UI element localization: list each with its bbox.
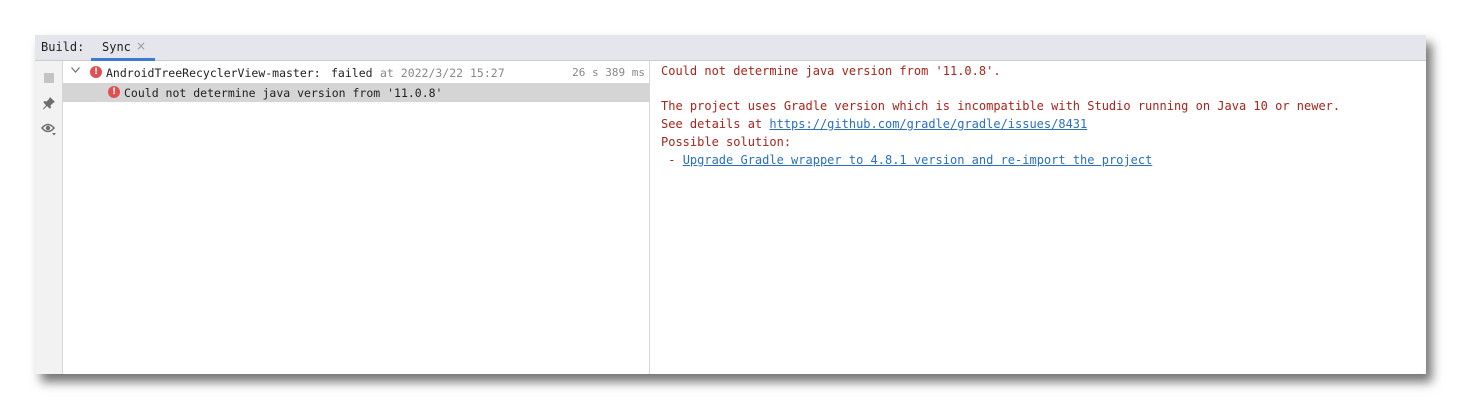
build-timestamp: at 2022/3/22 15:27 xyxy=(380,66,505,80)
tab-sync[interactable]: Sync × xyxy=(91,35,155,61)
console-line: See details at https://github.com/gradle… xyxy=(661,117,1087,131)
stop-button[interactable] xyxy=(40,69,58,87)
build-tab-bar: Build: Sync × xyxy=(35,35,1426,61)
console-line: The project uses Gradle version which is… xyxy=(661,99,1341,113)
issue-link[interactable]: https://github.com/gradle/gradle/issues/… xyxy=(769,117,1087,131)
pin-button[interactable] xyxy=(40,94,58,112)
close-icon[interactable]: × xyxy=(136,39,146,53)
build-tree: ! AndroidTreeRecyclerView-master: failed… xyxy=(63,61,650,374)
error-message: Could not determine java version from '1… xyxy=(124,86,443,100)
console-line: Possible solution: xyxy=(661,135,792,149)
tree-row-error[interactable]: ! Could not determine java version from … xyxy=(63,83,649,102)
upgrade-gradle-link[interactable]: Upgrade Gradle wrapper to 4.8.1 version … xyxy=(683,153,1153,167)
pin-icon xyxy=(42,97,55,110)
tree-row-root[interactable]: ! AndroidTreeRecyclerView-master: failed… xyxy=(63,63,649,82)
build-label: Build: xyxy=(41,40,85,54)
error-icon: ! xyxy=(108,86,120,98)
build-status: failed xyxy=(331,66,373,80)
project-name: AndroidTreeRecyclerView-master: xyxy=(106,66,321,80)
console-text: See details at xyxy=(661,117,770,131)
build-output-console: Could not determine java version from '1… xyxy=(650,61,1426,374)
console-line: - Upgrade Gradle wrapper to 4.8.1 versio… xyxy=(661,153,1152,167)
stop-icon xyxy=(44,73,54,83)
build-tool-window: Build: Sync × ! AndroidTreeRecyclerView-… xyxy=(35,35,1426,374)
build-duration: 26 s 389 ms xyxy=(572,66,645,79)
chevron-down-icon[interactable] xyxy=(71,67,80,73)
tab-sync-label: Sync xyxy=(102,40,131,54)
filter-view-button[interactable] xyxy=(40,120,58,138)
console-text: - xyxy=(661,153,683,167)
console-line: Could not determine java version from '1… xyxy=(661,64,1001,78)
build-toolbar xyxy=(35,61,63,374)
eye-filter-icon xyxy=(41,123,56,136)
error-icon: ! xyxy=(90,66,102,78)
